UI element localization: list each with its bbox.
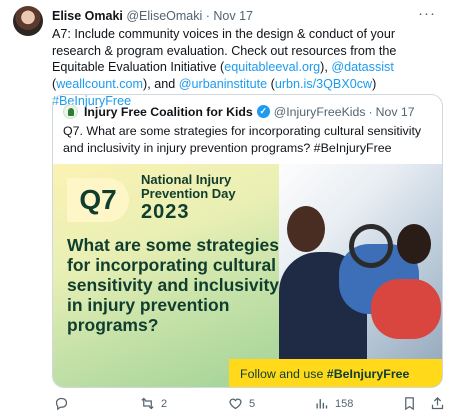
- quoted-tweet-image[interactable]: Q7 National Injury Prevention Day 2023 W…: [53, 164, 442, 387]
- quoted-tweet-header: Injury Free Coalition for Kids ✓ @Injury…: [63, 104, 415, 119]
- quoted-tweet[interactable]: Injury Free Coalition for Kids ✓ @Injury…: [52, 94, 443, 388]
- quoted-author-name[interactable]: Injury Free Coalition for Kids: [84, 105, 253, 119]
- tweet-date[interactable]: Nov 17: [213, 9, 253, 23]
- follow-text: Follow and use: [240, 367, 327, 381]
- link-weallcount[interactable]: weallcount.com: [56, 77, 143, 91]
- promo-photo: [279, 164, 442, 387]
- like-button[interactable]: 5: [228, 396, 255, 411]
- link-equitableeval[interactable]: equitableeval.org: [224, 60, 320, 74]
- text-segment: (: [267, 77, 275, 92]
- text-segment: ), and: [143, 77, 179, 92]
- quoted-author-handle[interactable]: @InjuryFreeKids: [274, 105, 366, 119]
- follow-banner: Follow and use #BeInjuryFree: [229, 359, 442, 387]
- avatar[interactable]: [13, 6, 43, 36]
- reply-button[interactable]: [54, 396, 75, 411]
- tweet[interactable]: Elise Omaki @EliseOmaki · Nov 17 ··· A7:…: [0, 0, 450, 419]
- quoted-avatar[interactable]: [63, 104, 78, 119]
- more-icon[interactable]: ···: [418, 5, 436, 22]
- heart-icon: [229, 398, 242, 410]
- bookmark-icon: [405, 397, 414, 411]
- text-segment: ): [372, 77, 377, 92]
- retweet-count: 2: [161, 397, 168, 410]
- quoted-date[interactable]: Nov 17: [376, 105, 415, 119]
- views-count: 158: [335, 397, 354, 410]
- action-bar: 2 5 158: [52, 396, 444, 412]
- retweet-button[interactable]: 2: [140, 396, 167, 411]
- question-badge: Q7: [67, 178, 129, 222]
- event-line-1: National Injury: [141, 172, 232, 187]
- author-name[interactable]: Elise Omaki: [52, 9, 123, 23]
- author-handle[interactable]: @EliseOmaki: [126, 9, 202, 23]
- link-urban[interactable]: urbn.is/3QBX0cw: [275, 77, 372, 91]
- like-count: 5: [249, 397, 256, 410]
- separator: ·: [205, 9, 210, 23]
- event-year: 2023: [141, 201, 190, 223]
- event-name: National Injury Prevention Day: [141, 173, 261, 201]
- event-line-2: Prevention Day: [141, 186, 236, 201]
- promo-headline: What are some strategies for incorporati…: [67, 235, 280, 335]
- views-button[interactable]: 158: [314, 396, 353, 411]
- text-segment: ),: [320, 60, 332, 75]
- reply-icon: [55, 397, 68, 411]
- bookmark-button[interactable]: [402, 396, 423, 411]
- retweet-icon: [141, 397, 154, 410]
- share-icon: [431, 396, 444, 410]
- mention-urbaninstitute[interactable]: @urbaninstitute: [179, 77, 267, 91]
- verified-badge-icon: ✓: [256, 105, 270, 118]
- follow-hashtag: #BeInjuryFree: [326, 367, 410, 381]
- views-icon: [316, 399, 328, 409]
- mention-datassist[interactable]: @datassist: [331, 60, 393, 74]
- share-button[interactable]: [430, 396, 450, 411]
- quoted-tweet-text: Q7. What are some strategies for incorpo…: [63, 124, 422, 155]
- tweet-header: Elise Omaki @EliseOmaki · Nov 17: [52, 9, 253, 23]
- separator: ·: [368, 104, 373, 119]
